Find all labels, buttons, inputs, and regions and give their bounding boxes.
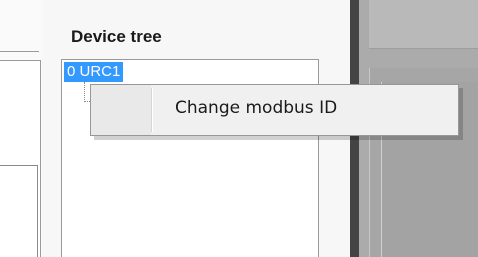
device-tree-heading: Device tree xyxy=(71,27,162,46)
context-menu-icon-gutter xyxy=(91,85,151,135)
tree-connector-line xyxy=(84,82,85,102)
menu-item-change-modbus-id[interactable]: Change modbus ID xyxy=(155,88,455,132)
menu-item-label: Change modbus ID xyxy=(175,98,338,118)
background-window-header xyxy=(369,0,478,48)
left-panel-divider xyxy=(0,51,39,52)
tree-node-urc1[interactable]: 0 URC1 xyxy=(64,62,124,82)
context-menu-separator-highlight xyxy=(152,88,153,132)
context-menu: Change modbus ID xyxy=(90,84,459,136)
background-window-divider xyxy=(369,48,478,49)
left-panel-subbox xyxy=(0,165,38,257)
